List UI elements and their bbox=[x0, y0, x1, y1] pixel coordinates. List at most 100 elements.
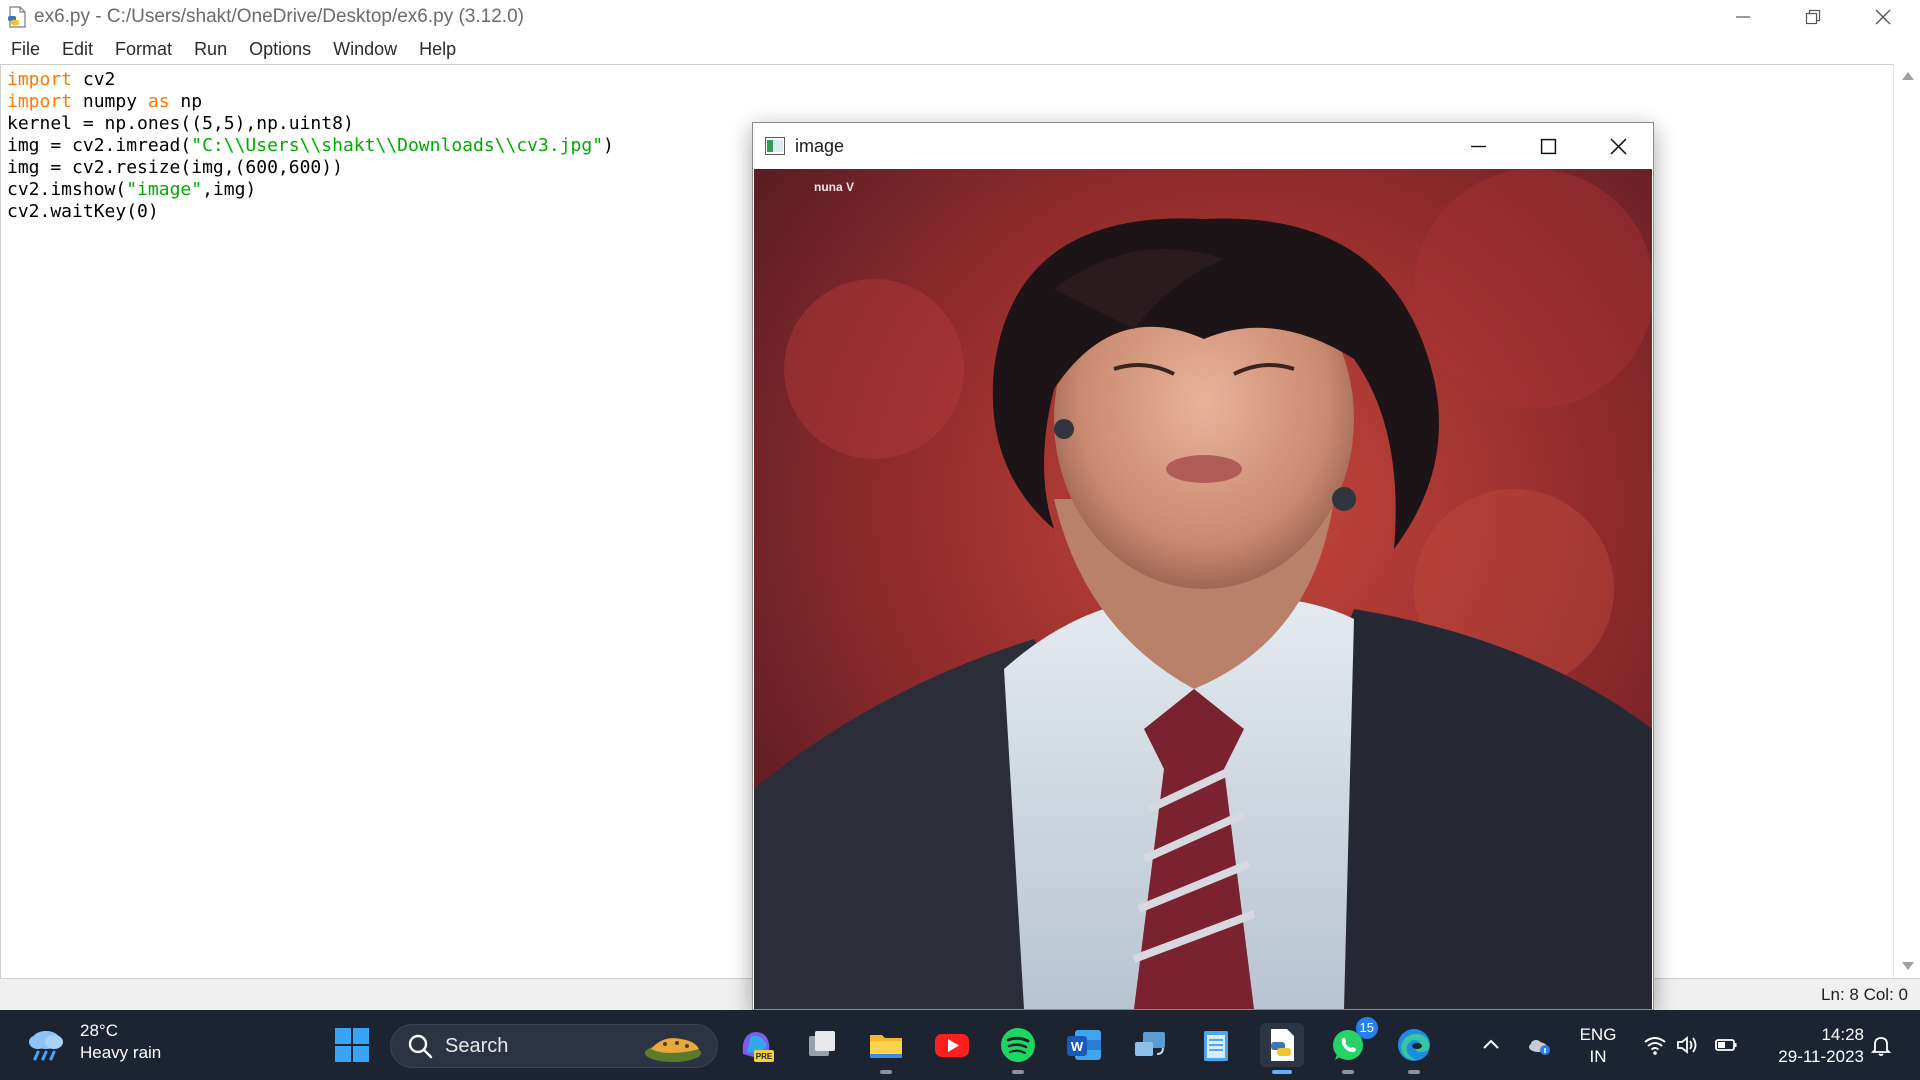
taskbar-remote[interactable] bbox=[1128, 1023, 1172, 1067]
image-minimize-button[interactable] bbox=[1443, 123, 1513, 169]
chevron-up-icon bbox=[1483, 1039, 1499, 1049]
vertical-scrollbar[interactable] bbox=[1893, 64, 1920, 978]
code-token: ) bbox=[603, 135, 614, 156]
region-code: IN bbox=[1589, 1047, 1607, 1066]
code-string: "image" bbox=[126, 179, 203, 200]
notepad-icon bbox=[1204, 1031, 1228, 1061]
language-code: ENG bbox=[1579, 1025, 1617, 1044]
idle-title-bar[interactable]: ex6.py - C:/Users/shakt/OneDrive/Desktop… bbox=[0, 0, 1920, 34]
taskbar-notepad[interactable] bbox=[1194, 1023, 1238, 1067]
image-window-title: image bbox=[795, 135, 845, 156]
running-indicator bbox=[1342, 1070, 1354, 1074]
code-keyword: import bbox=[7, 69, 73, 90]
code-keyword: import bbox=[7, 91, 73, 112]
connect-icon bbox=[1135, 1032, 1165, 1056]
taskbar-task-view[interactable] bbox=[800, 1023, 844, 1067]
weather-temperature: 28°C bbox=[80, 1021, 118, 1040]
bell-icon bbox=[1870, 1037, 1892, 1056]
code-token: kernel = np.ones((5,5),np.uint8) bbox=[7, 113, 354, 134]
cursor-position: Ln: 8 Col: 0 bbox=[1821, 985, 1908, 1004]
code-token: numpy bbox=[72, 91, 148, 112]
edge-icon bbox=[1398, 1029, 1430, 1061]
opencv-window-icon bbox=[765, 137, 785, 155]
code-line[interactable]: cv2.waitKey(0) bbox=[7, 201, 614, 223]
wifi-button[interactable] bbox=[1640, 1010, 1670, 1080]
onedrive-status-icon bbox=[1529, 1040, 1550, 1055]
image-watermark: nuna V bbox=[814, 180, 854, 194]
close-button[interactable] bbox=[1848, 0, 1918, 34]
battery-button[interactable] bbox=[1710, 1010, 1742, 1080]
clock-date: 29-11-2023 bbox=[1778, 1047, 1864, 1066]
menu-window[interactable]: Window bbox=[322, 34, 408, 64]
battery-icon bbox=[1715, 1039, 1737, 1051]
show-hidden-icons-button[interactable] bbox=[1476, 1010, 1506, 1080]
image-window-title-bar[interactable]: image bbox=[753, 123, 1653, 169]
svg-text:W: W bbox=[1071, 1039, 1084, 1054]
code-line[interactable]: import numpy as np bbox=[7, 91, 614, 113]
taskbar-copilot[interactable]: PRE bbox=[734, 1023, 778, 1067]
menu-edit[interactable]: Edit bbox=[51, 34, 104, 64]
notifications-button[interactable] bbox=[1864, 1010, 1898, 1080]
code-token: img = cv2.imread( bbox=[7, 135, 192, 156]
taskbar-search-box[interactable]: Search bbox=[390, 1024, 718, 1068]
taskbar-file-explorer[interactable] bbox=[864, 1023, 908, 1074]
scroll-up-icon[interactable] bbox=[1902, 72, 1914, 80]
scroll-down-icon[interactable] bbox=[1902, 962, 1914, 970]
taskbar-whatsapp[interactable]: 15 bbox=[1326, 1017, 1378, 1074]
code-line[interactable]: cv2.imshow("image",img) bbox=[7, 179, 614, 201]
folder-icon bbox=[870, 1035, 902, 1058]
restore-button[interactable] bbox=[1778, 0, 1848, 34]
active-indicator bbox=[1272, 1070, 1292, 1074]
search-icon bbox=[408, 1034, 433, 1059]
code-line[interactable]: img = cv2.imread("C:\\Users\\shakt\\Down… bbox=[7, 135, 614, 157]
window-title: ex6.py - C:/Users/shakt/OneDrive/Desktop… bbox=[34, 6, 524, 27]
code-line[interactable]: kernel = np.ones((5,5),np.uint8) bbox=[7, 113, 614, 135]
volume-icon bbox=[1677, 1036, 1697, 1054]
displayed-image: nuna V bbox=[754, 169, 1652, 1009]
close-icon bbox=[1875, 9, 1891, 25]
minimize-icon bbox=[1470, 145, 1486, 147]
taskbar-spotify[interactable] bbox=[996, 1023, 1040, 1074]
menu-run[interactable]: Run bbox=[183, 34, 238, 64]
clock[interactable]: 14:28 29-11-2023 bbox=[1752, 1024, 1864, 1068]
code-line[interactable]: img = cv2.resize(img,(600,600)) bbox=[7, 157, 614, 179]
image-window[interactable]: image nuna V bbox=[752, 122, 1654, 1010]
running-indicator bbox=[1408, 1070, 1420, 1074]
onedrive-tray-button[interactable] bbox=[1522, 1010, 1556, 1080]
youtube-icon bbox=[935, 1034, 969, 1057]
clock-time: 14:28 bbox=[1821, 1025, 1864, 1044]
menu-file[interactable]: File bbox=[0, 34, 51, 64]
close-icon bbox=[1610, 138, 1626, 154]
copilot-pre-icon: PRE bbox=[742, 1032, 774, 1062]
python-file-icon bbox=[8, 6, 26, 28]
minimize-button[interactable] bbox=[1708, 0, 1778, 34]
taskbar-idle[interactable] bbox=[1260, 1023, 1304, 1074]
menu-options[interactable]: Options bbox=[238, 34, 322, 64]
menu-format[interactable]: Format bbox=[104, 34, 183, 64]
taskbar-youtube[interactable] bbox=[930, 1023, 974, 1067]
minimize-icon bbox=[1736, 16, 1750, 18]
code-line[interactable]: import cv2 bbox=[7, 69, 614, 91]
portrait-photo: nuna V bbox=[754, 169, 1652, 1009]
taskbar-word[interactable]: W bbox=[1062, 1023, 1106, 1067]
volume-button[interactable] bbox=[1672, 1010, 1702, 1080]
code-keyword: as bbox=[147, 91, 170, 112]
restore-icon bbox=[1805, 9, 1821, 25]
image-close-button[interactable] bbox=[1583, 123, 1653, 169]
running-indicator bbox=[880, 1070, 892, 1074]
image-maximize-button[interactable] bbox=[1513, 123, 1583, 169]
code-token: cv2.waitKey(0) bbox=[7, 201, 159, 222]
code-token: img = cv2.resize(img,(600,600)) bbox=[7, 157, 343, 178]
menu-help[interactable]: Help bbox=[408, 34, 467, 64]
whatsapp-badge: 15 bbox=[1355, 1017, 1378, 1039]
taskbar-edge[interactable] bbox=[1392, 1023, 1436, 1074]
wifi-icon bbox=[1644, 1037, 1666, 1055]
task-view-icon bbox=[809, 1031, 835, 1056]
spotify-icon bbox=[1001, 1028, 1035, 1062]
maximize-icon bbox=[1540, 138, 1556, 154]
language-indicator[interactable]: ENG IN bbox=[1574, 1024, 1622, 1068]
weather-widget[interactable]: 28°C Heavy rain bbox=[24, 1020, 161, 1064]
start-button[interactable] bbox=[330, 1023, 374, 1067]
code-text[interactable]: import cv2 import numpy as np kernel = np.… bbox=[7, 69, 614, 223]
code-string: "C:\\Users\\shakt\\Downloads\\cv3.jpg" bbox=[191, 135, 604, 156]
